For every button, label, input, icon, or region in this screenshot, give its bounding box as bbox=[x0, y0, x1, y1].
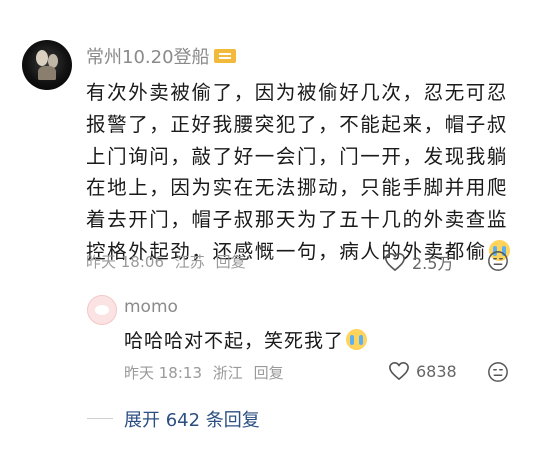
expand-divider bbox=[87, 418, 113, 419]
comment-line: 报警了，正好我腰突犯了，不能起来，帽子叔 bbox=[86, 112, 509, 136]
commenter-avatar[interactable] bbox=[22, 40, 72, 90]
heart-icon bbox=[389, 362, 409, 380]
comment-line: 有次外卖被偷了，因为被偷好几次，忍无可忍 bbox=[86, 81, 509, 104]
reply-location: 浙江 bbox=[212, 364, 243, 382]
reply-meta: 昨天 18:13 浙江 回复 bbox=[124, 362, 290, 383]
reply-reply-button[interactable]: 回复 bbox=[254, 364, 284, 382]
commenter-username[interactable]: 常州10.20登船 bbox=[86, 43, 236, 69]
like-button[interactable]: 2.5万 bbox=[384, 250, 453, 274]
comment-location: 江苏 bbox=[174, 253, 205, 271]
comment-meta: 昨天 18:06 江苏 回复 bbox=[86, 251, 252, 272]
reply-like-button[interactable]: 6838 bbox=[388, 361, 457, 381]
ticket-icon bbox=[213, 49, 236, 63]
reply-like-count: 6838 bbox=[416, 361, 457, 381]
comment-line: 上门询问，敲了好一会门，门一开，发现我躺 bbox=[86, 144, 509, 168]
reply-body: 哈哈哈对不起，笑死我了 bbox=[124, 326, 368, 353]
reply-avatar[interactable] bbox=[87, 295, 117, 325]
reply-button[interactable]: 回复 bbox=[216, 253, 246, 271]
dislike-icon[interactable] bbox=[487, 250, 509, 272]
commenter-username-text[interactable]: 常州10.20登船 bbox=[86, 43, 210, 69]
dislike-icon[interactable] bbox=[487, 361, 509, 383]
crying-emoji-icon bbox=[346, 329, 368, 350]
comment-line: 着去开门，帽子叔那天为了五十几的外卖查监 bbox=[86, 208, 509, 232]
comment-body: 有次外卖被偷了，因为被偷好几次，忍无可忍 报警了，正好我腰突犯了，不能起来，帽子… bbox=[86, 77, 526, 268]
reply-username[interactable]: momo bbox=[124, 297, 178, 317]
like-count: 2.5万 bbox=[412, 254, 454, 273]
comment-line: 在地上，因为实在无法挪动，只能手脚并用爬 bbox=[86, 176, 509, 200]
reply-date: 昨天 18:13 bbox=[124, 364, 202, 382]
reply-text: 哈哈哈对不起，笑死我了 bbox=[124, 330, 345, 352]
heart-icon bbox=[385, 253, 405, 271]
comment-date: 昨天 18:06 bbox=[86, 253, 164, 271]
expand-replies-link[interactable]: 展开 642 条回复 bbox=[124, 406, 260, 432]
